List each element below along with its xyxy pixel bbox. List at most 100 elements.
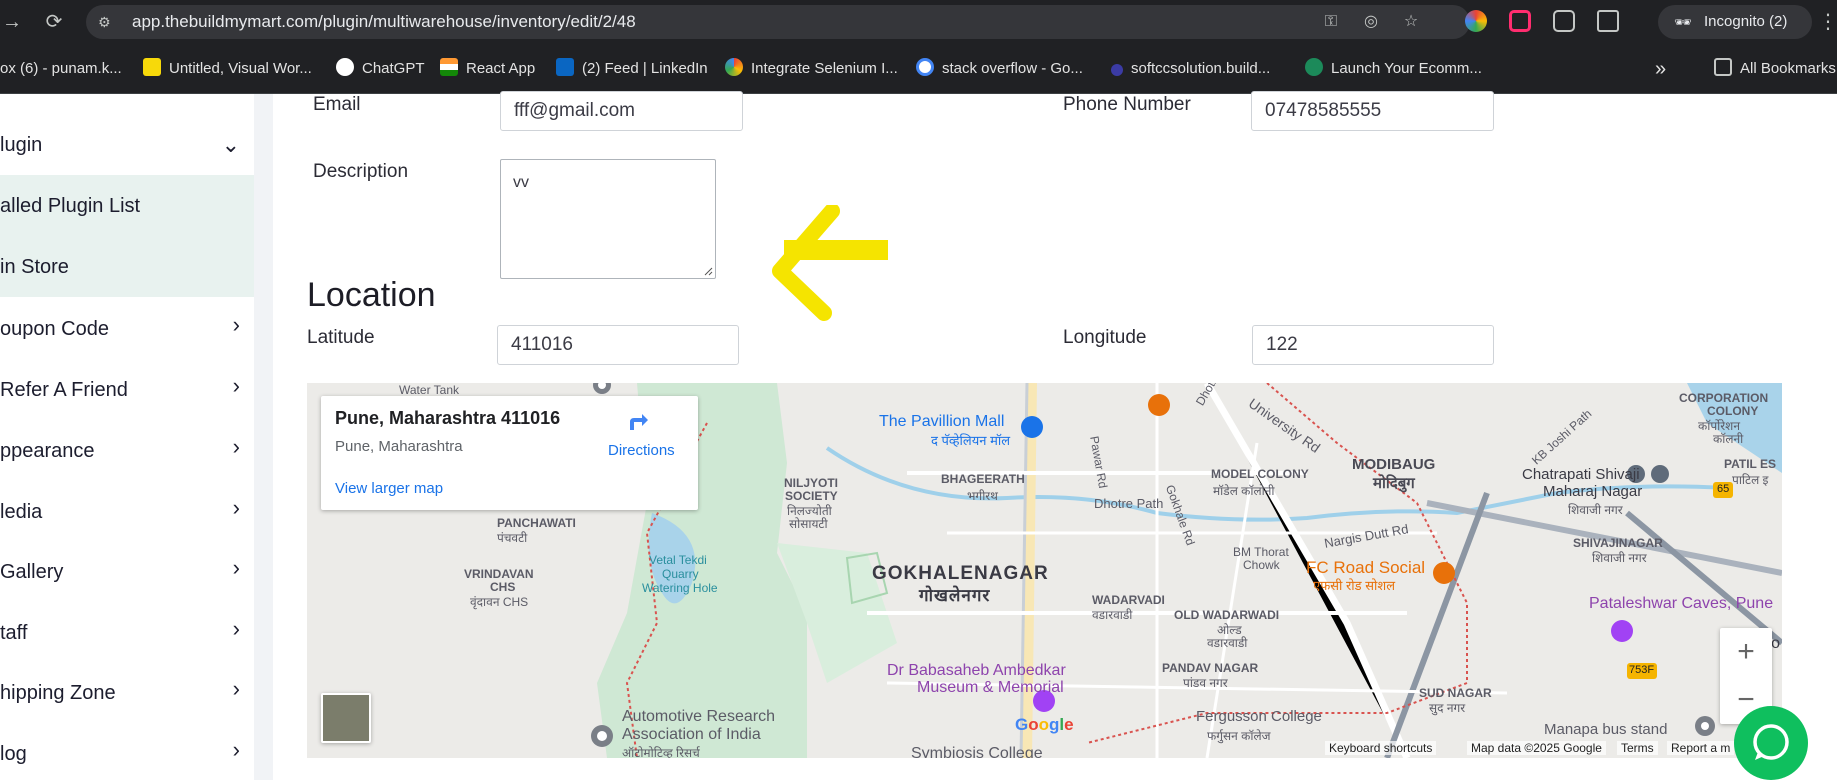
directions-icon[interactable] [626, 408, 652, 434]
bookmarks-overflow-icon[interactable]: » [1655, 58, 1666, 80]
eye-off-icon[interactable]: ◎ [1362, 13, 1380, 31]
chat-bubble-icon [1753, 724, 1789, 760]
key-icon[interactable]: ⚿ [1322, 13, 1340, 31]
star-icon[interactable]: ☆ [1402, 13, 1420, 31]
map-label: Fergusson College [1196, 708, 1322, 725]
map-label-ambedkar-museum[interactable]: Dr Babasaheb Ambedkar [887, 662, 1066, 680]
address-bar[interactable]: ⚙ app.thebuildmymart.com/plugin/multiwar… [86, 5, 1470, 39]
map-label: SUD NAGAR [1419, 686, 1492, 700]
map-label: पंचवटी [497, 531, 528, 545]
sidebar-item-gallery[interactable]: Gallery › [0, 543, 254, 601]
reload-icon[interactable]: ⟳ [42, 10, 66, 34]
forward-icon[interactable]: → [0, 10, 24, 34]
extensions-puzzle-icon[interactable] [1597, 10, 1619, 32]
map-label: द पॅव्हेलियन मॉल [931, 433, 1011, 448]
sidebar-item-plugin-store[interactable]: in Store [0, 237, 254, 297]
map-label-pavillion-mall[interactable]: The Pavillion Mall [879, 413, 1004, 431]
description-textarea[interactable]: vv [500, 159, 716, 279]
map-info-title: Pune, Maharashtra 411016 [335, 408, 561, 428]
site-settings-icon[interactable]: ⚙ [98, 14, 114, 30]
miro-icon [143, 58, 161, 76]
view-larger-map-link[interactable]: View larger map [335, 480, 443, 497]
url-text[interactable]: app.thebuildmymart.com/plugin/multiwareh… [132, 5, 636, 39]
map-label: CORPORATION [1679, 391, 1769, 405]
bookmark-item[interactable]: stack overflow - Go... [916, 58, 1083, 80]
bookmark-item[interactable]: ChatGPT [336, 58, 425, 80]
extension-color-icon[interactable] [1465, 10, 1487, 32]
site-icon [1111, 64, 1123, 76]
google-logo: Google [1015, 715, 1074, 734]
map-label: मोदिबुग [1373, 475, 1415, 492]
sidebar-item-shipping-zone[interactable]: hipping Zone › [0, 664, 254, 722]
map-label: शिवाजी नगर [1592, 551, 1647, 565]
linkedin-icon [556, 58, 574, 76]
map-label: Maharaj Nagar [1543, 483, 1643, 500]
description-label: Description [313, 161, 409, 182]
latitude-field[interactable]: 411016 [497, 325, 739, 365]
sidebar-item-blog[interactable]: log › [0, 725, 254, 780]
map-label: भगीरथ [967, 489, 998, 503]
location-map[interactable]: Water Tank The Pavillion Mall द पॅव्हेलि… [307, 383, 1782, 758]
sidebar-item-refer-a-friend[interactable]: Refer A Friend › [0, 361, 254, 419]
bookmark-item[interactable]: Untitled, Visual Wor... [143, 58, 312, 80]
bookmark-item[interactable]: ox (6) - punam.k... [0, 58, 122, 80]
map-label: पाटिल इ [1732, 473, 1769, 487]
map-label: OLD WADARWADI [1174, 608, 1280, 622]
map-label: PANDAV NAGAR [1162, 661, 1259, 675]
report-link[interactable]: Report a m [1667, 741, 1735, 755]
map-label: WADARVADI [1092, 593, 1165, 607]
map-label-pataleshwar[interactable]: Pataleshwar Caves, Pune [1589, 595, 1773, 613]
bookmark-item[interactable]: React App [440, 58, 535, 80]
latitude-label: Latitude [307, 327, 375, 348]
description-value: vv [513, 174, 529, 191]
chevron-down-icon: ⌄ [221, 132, 240, 157]
satellite-toggle[interactable] [321, 693, 371, 743]
chatgpt-icon [336, 58, 354, 76]
longitude-field[interactable]: 122 [1252, 325, 1494, 365]
phone-field[interactable]: 07478585555 [1251, 91, 1494, 131]
sidebar-item-installed-plugin-list[interactable]: alled Plugin List [0, 175, 254, 237]
zoom-in-button[interactable]: + [1720, 628, 1772, 676]
map-label: Dhotre Path [1094, 496, 1164, 511]
chat-button[interactable] [1734, 706, 1808, 780]
sidebar-item-appearance[interactable]: ppearance › [0, 422, 254, 480]
keyboard-shortcuts-link[interactable]: Keyboard shortcuts [1325, 741, 1437, 755]
map-data-attribution: Map data ©2025 Google [1467, 741, 1606, 755]
sidebar-item-staff[interactable]: taff › [0, 604, 254, 662]
map-label: Automotive Research [622, 708, 775, 725]
chevron-right-icon: › [232, 495, 240, 520]
chevron-right-icon: › [232, 616, 240, 641]
directions-link[interactable]: Directions [608, 442, 675, 459]
terms-link[interactable]: Terms [1617, 741, 1658, 755]
bookmark-item[interactable]: (2) Feed | LinkedIn [556, 58, 708, 80]
extension-pink-icon[interactable] [1509, 10, 1531, 32]
extension-screenshot-icon[interactable] [1553, 10, 1575, 32]
sidebar: lugin ⌄ alled Plugin List in Store oupon … [0, 94, 254, 780]
browser-menu-icon[interactable]: ⋮ [1818, 10, 1837, 34]
bookmark-item[interactable]: Launch Your Ecomm... [1305, 58, 1482, 80]
bookmark-item[interactable]: Integrate Selenium I... [725, 58, 898, 80]
sidebar-item-media[interactable]: ledia › [0, 483, 254, 541]
all-bookmarks[interactable]: All Bookmarks [1714, 58, 1836, 80]
map-label: सुद नगर [1429, 701, 1466, 715]
chevron-right-icon: › [232, 676, 240, 701]
sidebar-item-coupon-code[interactable]: oupon Code › [0, 300, 254, 358]
resize-handle-icon[interactable] [703, 266, 713, 276]
browser-toolbar: → ⟳ ⚙ app.thebuildmymart.com/plugin/mult… [0, 0, 1837, 44]
map-label: शिवाजी नगर [1568, 503, 1623, 517]
map-label-fc-road-social[interactable]: FC Road Social [1306, 558, 1425, 578]
map-label: Chowk [1243, 558, 1280, 572]
map-label: Association of India [622, 726, 761, 743]
sidebar-item-plugin[interactable]: lugin ⌄ [0, 116, 254, 174]
email-field[interactable]: fff@gmail.com [500, 91, 743, 131]
incognito-badge[interactable]: 🕶 Incognito (2) [1658, 5, 1812, 39]
bookmark-item[interactable]: softccsolution.build... [1111, 58, 1270, 80]
chevron-right-icon: › [232, 737, 240, 762]
map-label: CHS [490, 580, 516, 594]
map-label: NILJYOTI [784, 476, 839, 490]
chevron-right-icon: › [232, 434, 240, 459]
map-label: GOKHALENAGAR [872, 563, 1049, 584]
map-label: Chatrapati Shivaji [1522, 466, 1640, 483]
map-label: वडारवाडी [1207, 636, 1248, 650]
longitude-label: Longitude [1063, 327, 1147, 348]
